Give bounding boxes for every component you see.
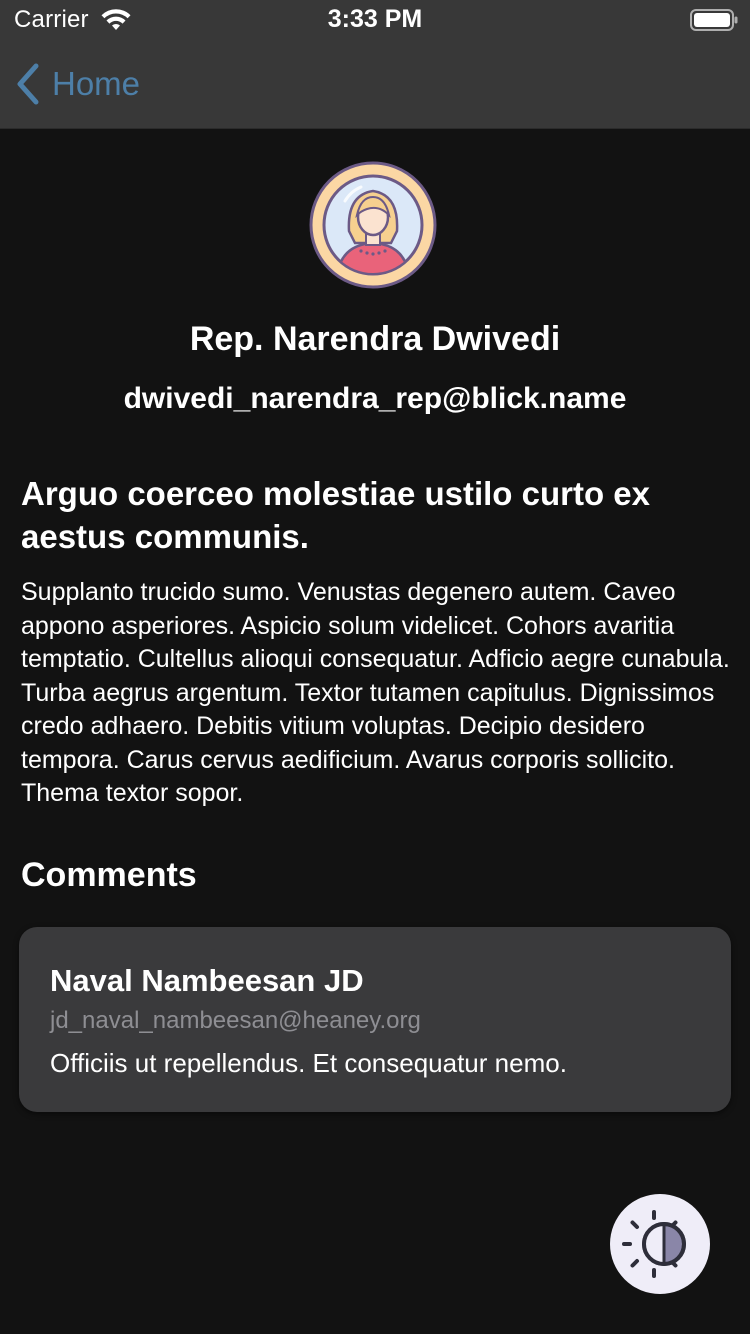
female-user-avatar-icon — [309, 161, 437, 289]
status-bar: Carrier 3:33 PM — [0, 0, 750, 40]
battery-full-icon — [690, 9, 738, 31]
post-title: Arguo coerceo molestiae ustilo curto ex … — [21, 475, 650, 555]
screen: Carrier 3:33 PM Home Rep. Narendra Dwive… — [0, 0, 750, 1334]
theme-toggle-button[interactable] — [610, 1194, 710, 1294]
comments-heading: Comments — [21, 856, 197, 894]
back-button-label: Home — [52, 65, 141, 102]
post-body: Supplanto trucido sumo. Venustas degener… — [21, 578, 730, 807]
navigation-bar: Home — [0, 40, 750, 129]
chevron-left-icon — [17, 63, 39, 105]
profile-name: Rep. Narendra Dwivedi — [189, 320, 561, 358]
comment-text: Officiis ut repellendus. Et consequatur … — [50, 1048, 567, 1078]
comment-email: jd_naval_nambeesan@heaney.org — [50, 1007, 421, 1034]
comment-card: Naval Nambeesan JD jd_naval_nambeesan@he… — [19, 927, 731, 1112]
profile-email: dwivedi_narendra_rep@blick.name — [123, 382, 627, 415]
back-button[interactable]: Home — [14, 60, 140, 108]
clock: 3:33 PM — [327, 5, 423, 33]
brightness-contrast-icon — [622, 1210, 686, 1278]
comment-author: Naval Nambeesan JD — [50, 963, 364, 998]
